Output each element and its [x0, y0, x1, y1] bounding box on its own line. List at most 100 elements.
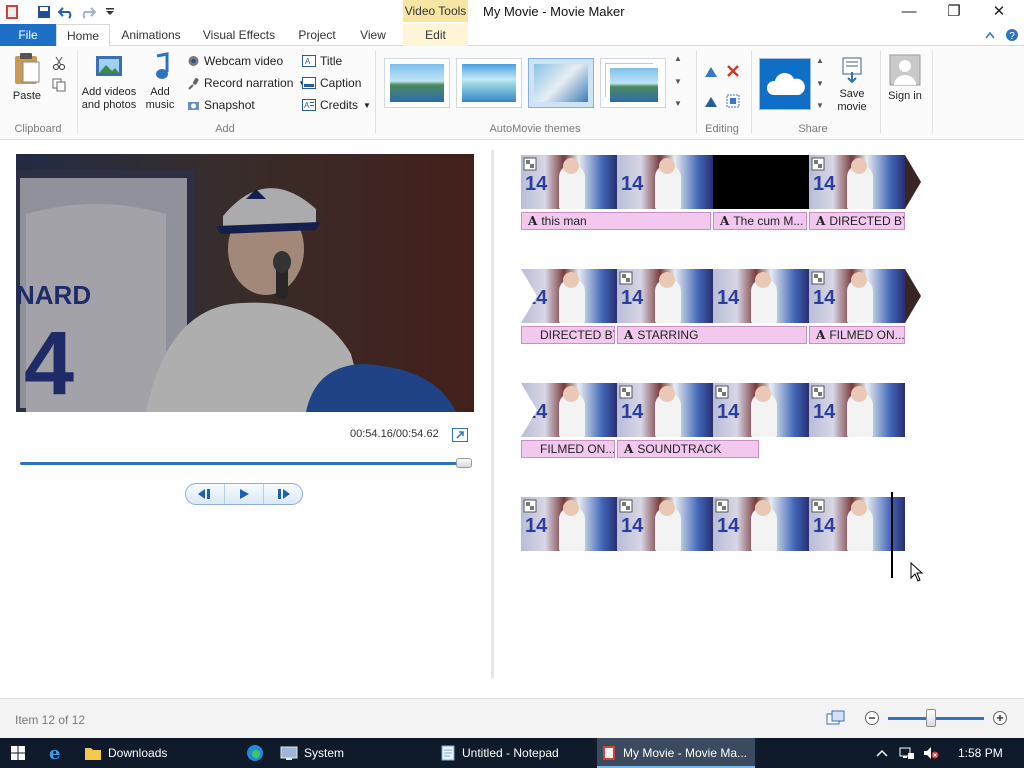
paste-button[interactable]: Paste [8, 52, 46, 103]
automovie-theme-4[interactable] [600, 58, 666, 108]
tab-view[interactable]: View [352, 24, 394, 46]
clip-thumbnail[interactable]: 14 [521, 155, 617, 209]
scroll-down-icon[interactable]: ▼ [674, 77, 682, 86]
editing-group-label: Editing [705, 123, 739, 135]
automovie-theme-1[interactable] [384, 58, 450, 108]
clip-thumbnail[interactable]: 14 [713, 497, 809, 551]
seek-bar[interactable] [20, 462, 468, 465]
automovie-theme-2[interactable] [456, 58, 522, 108]
network-icon-button[interactable] [896, 738, 918, 768]
caption-item[interactable]: A STARRING [617, 326, 807, 344]
close-button[interactable]: ✕ [976, 0, 1022, 22]
taskbar-edge[interactable] [240, 738, 270, 768]
taskbar-system[interactable]: System [276, 738, 436, 768]
fullscreen-button[interactable] [452, 428, 468, 442]
clip-thumbnail[interactable]: 14 [809, 155, 905, 209]
taskbar-clock[interactable]: 1:58 PM [958, 746, 1003, 760]
transition-icon [619, 499, 633, 513]
copy-button[interactable] [52, 76, 66, 94]
taskbar-notepad[interactable]: Untitled - Notepad [440, 738, 595, 768]
clip-thumbnail[interactable]: 14 [617, 497, 713, 551]
caption-item[interactable]: A SOUNDTRACK [617, 440, 759, 458]
title-button[interactable]: A Title [302, 52, 342, 70]
caption-item[interactable]: FILMED ON... [521, 440, 615, 458]
tab-edit[interactable]: Edit [403, 24, 468, 46]
sign-in-button[interactable]: Sign in [886, 54, 924, 103]
caption-button[interactable]: Caption [302, 74, 361, 92]
share-group-label: Share [798, 123, 828, 135]
add-music-button[interactable]: Add music [140, 52, 180, 112]
clip-thumbnail[interactable]: 14 [713, 383, 809, 437]
transition-icon [715, 499, 729, 513]
clip-thumbnail[interactable]: 14 [617, 383, 713, 437]
save-movie-button[interactable]: Save movie [830, 54, 874, 114]
tab-animations[interactable]: Animations [113, 24, 189, 46]
more-themes-icon[interactable]: ▼ [674, 99, 682, 108]
snapshot-button[interactable]: Snapshot [186, 96, 255, 114]
clip-thumbnail[interactable]: 14 [809, 383, 905, 437]
minimize-button[interactable]: — [886, 0, 932, 22]
show-hidden-icons[interactable] [872, 738, 892, 768]
clip-thumbnail[interactable]: 14 [521, 497, 617, 551]
scroll-down-icon[interactable]: ▼ [816, 79, 824, 88]
onedrive-share-button[interactable] [759, 58, 811, 110]
webcam-video-button[interactable]: Webcam video [186, 52, 283, 70]
rotate-left-button[interactable] [703, 62, 719, 80]
caption-item[interactable]: Athis man [521, 212, 711, 230]
automovie-theme-3[interactable] [528, 58, 594, 108]
tab-visual-effects[interactable]: Visual Effects [196, 24, 282, 46]
internet-explorer-icon: e [49, 744, 60, 762]
zoom-out-icon[interactable] [864, 710, 880, 726]
clip-thumbnail[interactable]: 14 [617, 155, 713, 209]
next-frame-button[interactable] [264, 484, 302, 504]
playhead-cursor[interactable] [891, 492, 893, 578]
taskbar-ie[interactable]: e [40, 738, 72, 768]
credits-button[interactable]: A Credits ▼ [302, 96, 371, 114]
clip-thumbnail-black[interactable] [713, 155, 809, 209]
rotate-right-button[interactable] [703, 92, 719, 110]
tab-project[interactable]: Project [290, 24, 344, 46]
undo-icon[interactable] [56, 2, 76, 22]
play-button[interactable] [225, 484, 264, 504]
clip-thumbnail[interactable]: 14 [617, 269, 713, 323]
caption-item[interactable]: A The cum M... [713, 212, 807, 230]
clip-thumbnail[interactable]: 14 [713, 269, 809, 323]
cut-button[interactable] [52, 54, 66, 72]
help-icon[interactable]: ? [1004, 24, 1020, 46]
taskbar-moviemaker[interactable]: My Movie - Movie Ma... [597, 738, 755, 768]
caption-item[interactable]: A DIRECTED BY [809, 212, 905, 230]
zoom-slider-thumb[interactable] [926, 709, 937, 727]
app-film-icon[interactable] [2, 2, 22, 22]
record-narration-button[interactable]: Record narration ▼ [186, 74, 306, 92]
previous-frame-button[interactable] [186, 484, 225, 504]
clip-thumbnail[interactable]: 14 [809, 269, 905, 323]
taskbar-downloads[interactable]: Downloads [78, 738, 238, 768]
scroll-up-icon[interactable]: ▲ [816, 56, 824, 65]
tab-home[interactable]: Home [56, 24, 110, 47]
share-scroll[interactable]: ▲ ▼ ▼ [816, 56, 824, 110]
zoom-in-icon[interactable] [992, 710, 1008, 726]
restore-button[interactable]: ❐ [931, 0, 977, 22]
volume-icon-button[interactable] [920, 738, 942, 768]
minimize-ribbon-icon[interactable] [982, 24, 998, 46]
more-share-icon[interactable]: ▼ [816, 101, 824, 110]
themes-scroll[interactable]: ▲ ▼ ▼ [672, 54, 684, 108]
scissors-icon [53, 56, 65, 70]
start-button[interactable] [0, 738, 36, 768]
tab-file[interactable]: File [0, 24, 56, 46]
storyboard-view-icon[interactable] [826, 710, 846, 726]
scroll-up-icon[interactable]: ▲ [674, 54, 682, 63]
seek-thumb[interactable] [455, 458, 472, 468]
caption-item[interactable]: DIRECTED BY [521, 326, 615, 344]
remove-button[interactable] [726, 62, 740, 80]
video-preview[interactable]: NARD 4 [16, 154, 474, 412]
customize-qat-icon[interactable] [100, 2, 120, 22]
save-icon[interactable] [34, 2, 54, 22]
paste-label: Paste [12, 90, 42, 102]
add-videos-photos-button[interactable]: Add videos and photos [80, 52, 138, 112]
group-separator [375, 50, 376, 134]
redo-icon[interactable] [78, 2, 98, 22]
network-icon [899, 747, 914, 759]
caption-item[interactable]: A FILMED ON... [809, 326, 905, 344]
select-all-button[interactable] [726, 92, 740, 110]
